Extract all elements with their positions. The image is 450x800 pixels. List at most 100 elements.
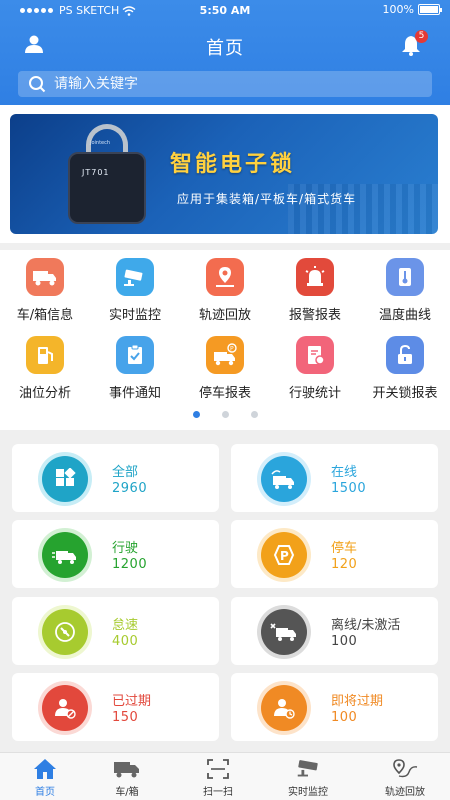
clipboard-check-icon: [116, 336, 154, 374]
driving-truck-icon: [42, 532, 88, 578]
menu-label: 停车报表: [198, 386, 251, 401]
stat-label: 已过期: [112, 694, 152, 709]
search-bar[interactable]: [18, 71, 432, 97]
battery-icon: [418, 4, 442, 15]
promo-banner[interactable]: Jointech JT701 智能电子锁 应用于集装箱/平板车/箱式货车: [10, 114, 438, 234]
stat-card-idle[interactable]: 怠速 400: [12, 597, 219, 665]
home-icon: [31, 757, 59, 781]
unlock-icon: [386, 336, 424, 374]
menu-label: 车/箱信息: [16, 308, 74, 323]
tab-label: 轨迹回放: [385, 787, 425, 798]
menu-item-alarm-report[interactable]: 报警报表: [270, 258, 360, 333]
tab-label: 首页: [35, 787, 55, 798]
stat-value: 150: [112, 710, 139, 725]
tab-label: 车/箱: [115, 787, 139, 798]
banner-headline: 智能电子锁: [170, 152, 296, 177]
track-tab-icon: [391, 757, 419, 781]
truck-icon: [26, 258, 64, 296]
menu-item-vehicle-info[interactable]: 车/箱信息: [0, 258, 90, 333]
menu-item-temperature-curve[interactable]: 温度曲线: [360, 258, 450, 333]
tab-home[interactable]: 首页: [0, 753, 90, 800]
tab-track-playback[interactable]: 轨迹回放: [360, 753, 450, 800]
notification-badge: 5: [415, 30, 428, 43]
stat-card-expired[interactable]: 已过期 150: [12, 673, 219, 741]
stat-label: 怠速: [112, 618, 139, 633]
menu-item-lock-report[interactable]: 开关锁报表: [360, 336, 450, 411]
stat-value: 1500: [331, 481, 367, 496]
device-model: JT701: [82, 168, 110, 177]
pager-dot[interactable]: [192, 411, 200, 418]
menu-item-fuel-analysis[interactable]: 油位分析: [0, 336, 90, 411]
tab-scan[interactable]: 扫一扫: [173, 753, 263, 800]
online-truck-icon: [261, 456, 307, 502]
thermometer-icon: [386, 258, 424, 296]
stat-label: 全部: [112, 465, 139, 480]
stat-value: 1200: [112, 557, 148, 572]
menu-label: 行驶统计: [288, 386, 341, 401]
pager-dot[interactable]: [250, 411, 258, 418]
banner-section: Jointech JT701 智能电子锁 应用于集装箱/平板车/箱式货车: [0, 105, 450, 243]
scan-icon: [204, 757, 232, 781]
offline-truck-icon: [261, 609, 307, 655]
stat-card-parking[interactable]: P 停车 120: [231, 520, 438, 588]
stat-card-all[interactable]: 全部 2960: [12, 444, 219, 512]
menu-label: 事件通知: [108, 386, 161, 401]
page-title: 首页: [206, 38, 244, 59]
tab-label: 实时监控: [288, 787, 328, 798]
function-menu: 车/箱信息 实时监控 轨迹回放 报警报表 温度曲线 油位分析 事件通知 P 停车…: [0, 250, 450, 430]
lock-device-image: [68, 152, 146, 224]
menu-label: 报警报表: [288, 308, 341, 323]
device-brand: Jointech: [90, 140, 111, 146]
menu-item-track-playback[interactable]: 轨迹回放: [180, 258, 270, 333]
menu-item-event-notice[interactable]: 事件通知: [90, 336, 180, 411]
expired-user-icon: [42, 685, 88, 731]
expiring-user-icon: [261, 685, 307, 731]
stat-card-offline[interactable]: 离线/未激活 100: [231, 597, 438, 665]
battery-status: 100%: [382, 3, 442, 16]
camera-tab-icon: [294, 757, 322, 781]
stat-label: 行驶: [112, 541, 139, 556]
stat-label: 即将过期: [331, 694, 384, 709]
stat-value: 100: [331, 710, 358, 725]
menu-label: 轨迹回放: [198, 308, 251, 323]
report-chart-icon: [296, 336, 334, 374]
stat-label: 离线/未激活: [331, 618, 401, 633]
parking-icon: P: [261, 532, 307, 578]
stat-card-expiring[interactable]: 即将过期 100: [231, 673, 438, 741]
camera-icon: [116, 258, 154, 296]
tab-label: 扫一扫: [203, 787, 233, 798]
menu-item-realtime-monitor[interactable]: 实时监控: [90, 258, 180, 333]
fuel-pump-icon: [26, 336, 64, 374]
menu-label: 实时监控: [108, 308, 161, 323]
menu-label: 温度曲线: [378, 308, 431, 323]
grid-icon: [42, 456, 88, 502]
route-pin-icon: [206, 258, 244, 296]
pager-dot[interactable]: [221, 411, 229, 418]
alarm-light-icon: [296, 258, 334, 296]
truck-tab-icon: [113, 757, 141, 781]
svg-text:P: P: [280, 549, 289, 563]
svg-text:P: P: [230, 346, 234, 353]
stat-label: 停车: [331, 541, 358, 556]
search-input[interactable]: [54, 76, 414, 92]
stat-card-driving[interactable]: 行驶 1200: [12, 520, 219, 588]
menu-label: 油位分析: [18, 386, 71, 401]
idle-icon: [42, 609, 88, 655]
search-icon: [29, 76, 46, 93]
menu-item-driving-stats[interactable]: 行驶统计: [270, 336, 360, 411]
status-bar: PS SKETCH 5:50 AM 100%: [0, 0, 450, 20]
tab-realtime-monitor[interactable]: 实时监控: [263, 753, 353, 800]
menu-label: 开关锁报表: [372, 386, 438, 401]
tab-vehicles[interactable]: 车/箱: [82, 753, 172, 800]
battery-percent: 100%: [382, 3, 414, 16]
stat-card-online[interactable]: 在线 1500: [231, 444, 438, 512]
banner-tagline: 应用于集装箱/平板车/箱式货车: [177, 192, 357, 206]
stat-value: 400: [112, 634, 139, 649]
stat-value: 120: [331, 557, 358, 572]
app-header: PS SKETCH 5:50 AM 100% 首页 5: [0, 0, 450, 105]
stat-label: 在线: [331, 465, 358, 480]
menu-item-parking-report[interactable]: P 停车报表: [180, 336, 270, 411]
stat-value: 100: [331, 634, 358, 649]
bottom-tab-bar: 首页 车/箱 扫一扫 实时监控 轨迹回放: [0, 752, 450, 800]
parking-truck-icon: P: [206, 336, 244, 374]
